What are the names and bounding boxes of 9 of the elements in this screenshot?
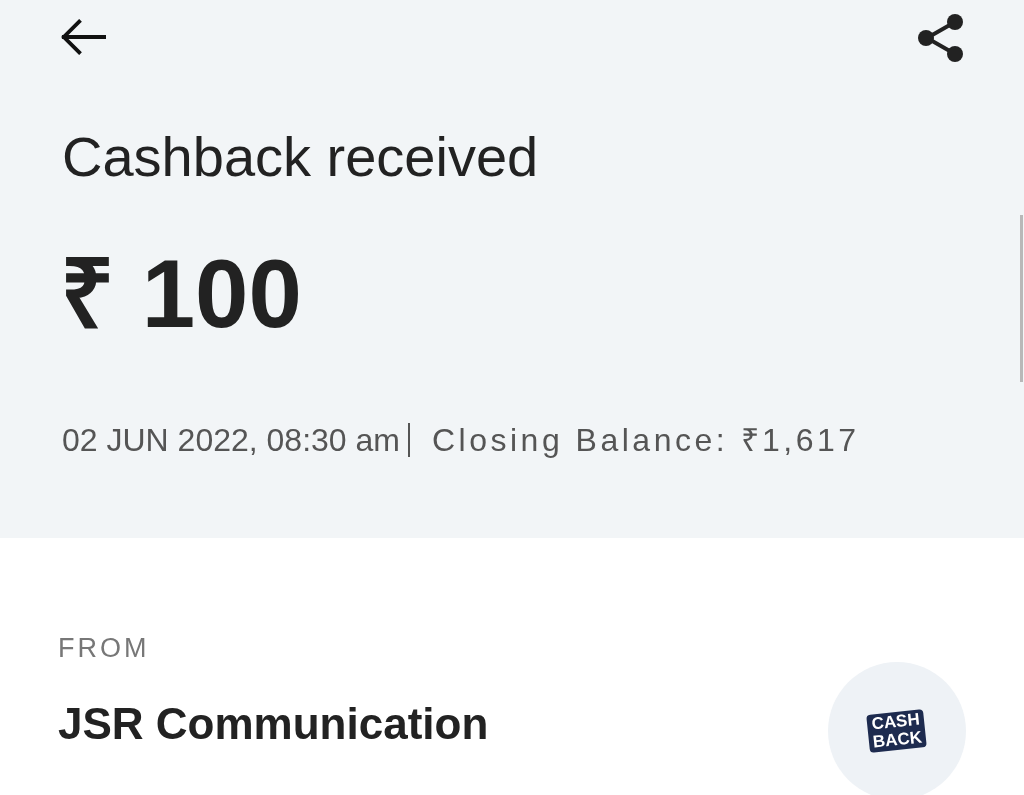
from-label: FROM (58, 632, 150, 664)
back-arrow-icon (60, 19, 106, 55)
sender-name: JSR Communication (58, 698, 489, 750)
transaction-title: Cashback received (62, 125, 539, 189)
amount-value: ₹ 100 (60, 244, 302, 344)
closing-balance: Closing Balance: ₹1,617 (432, 421, 860, 459)
share-icon (915, 13, 965, 63)
cashback-logo: CASH BACK (866, 709, 928, 753)
transaction-date: 02 JUN 2022, 08:30 am (62, 421, 400, 459)
